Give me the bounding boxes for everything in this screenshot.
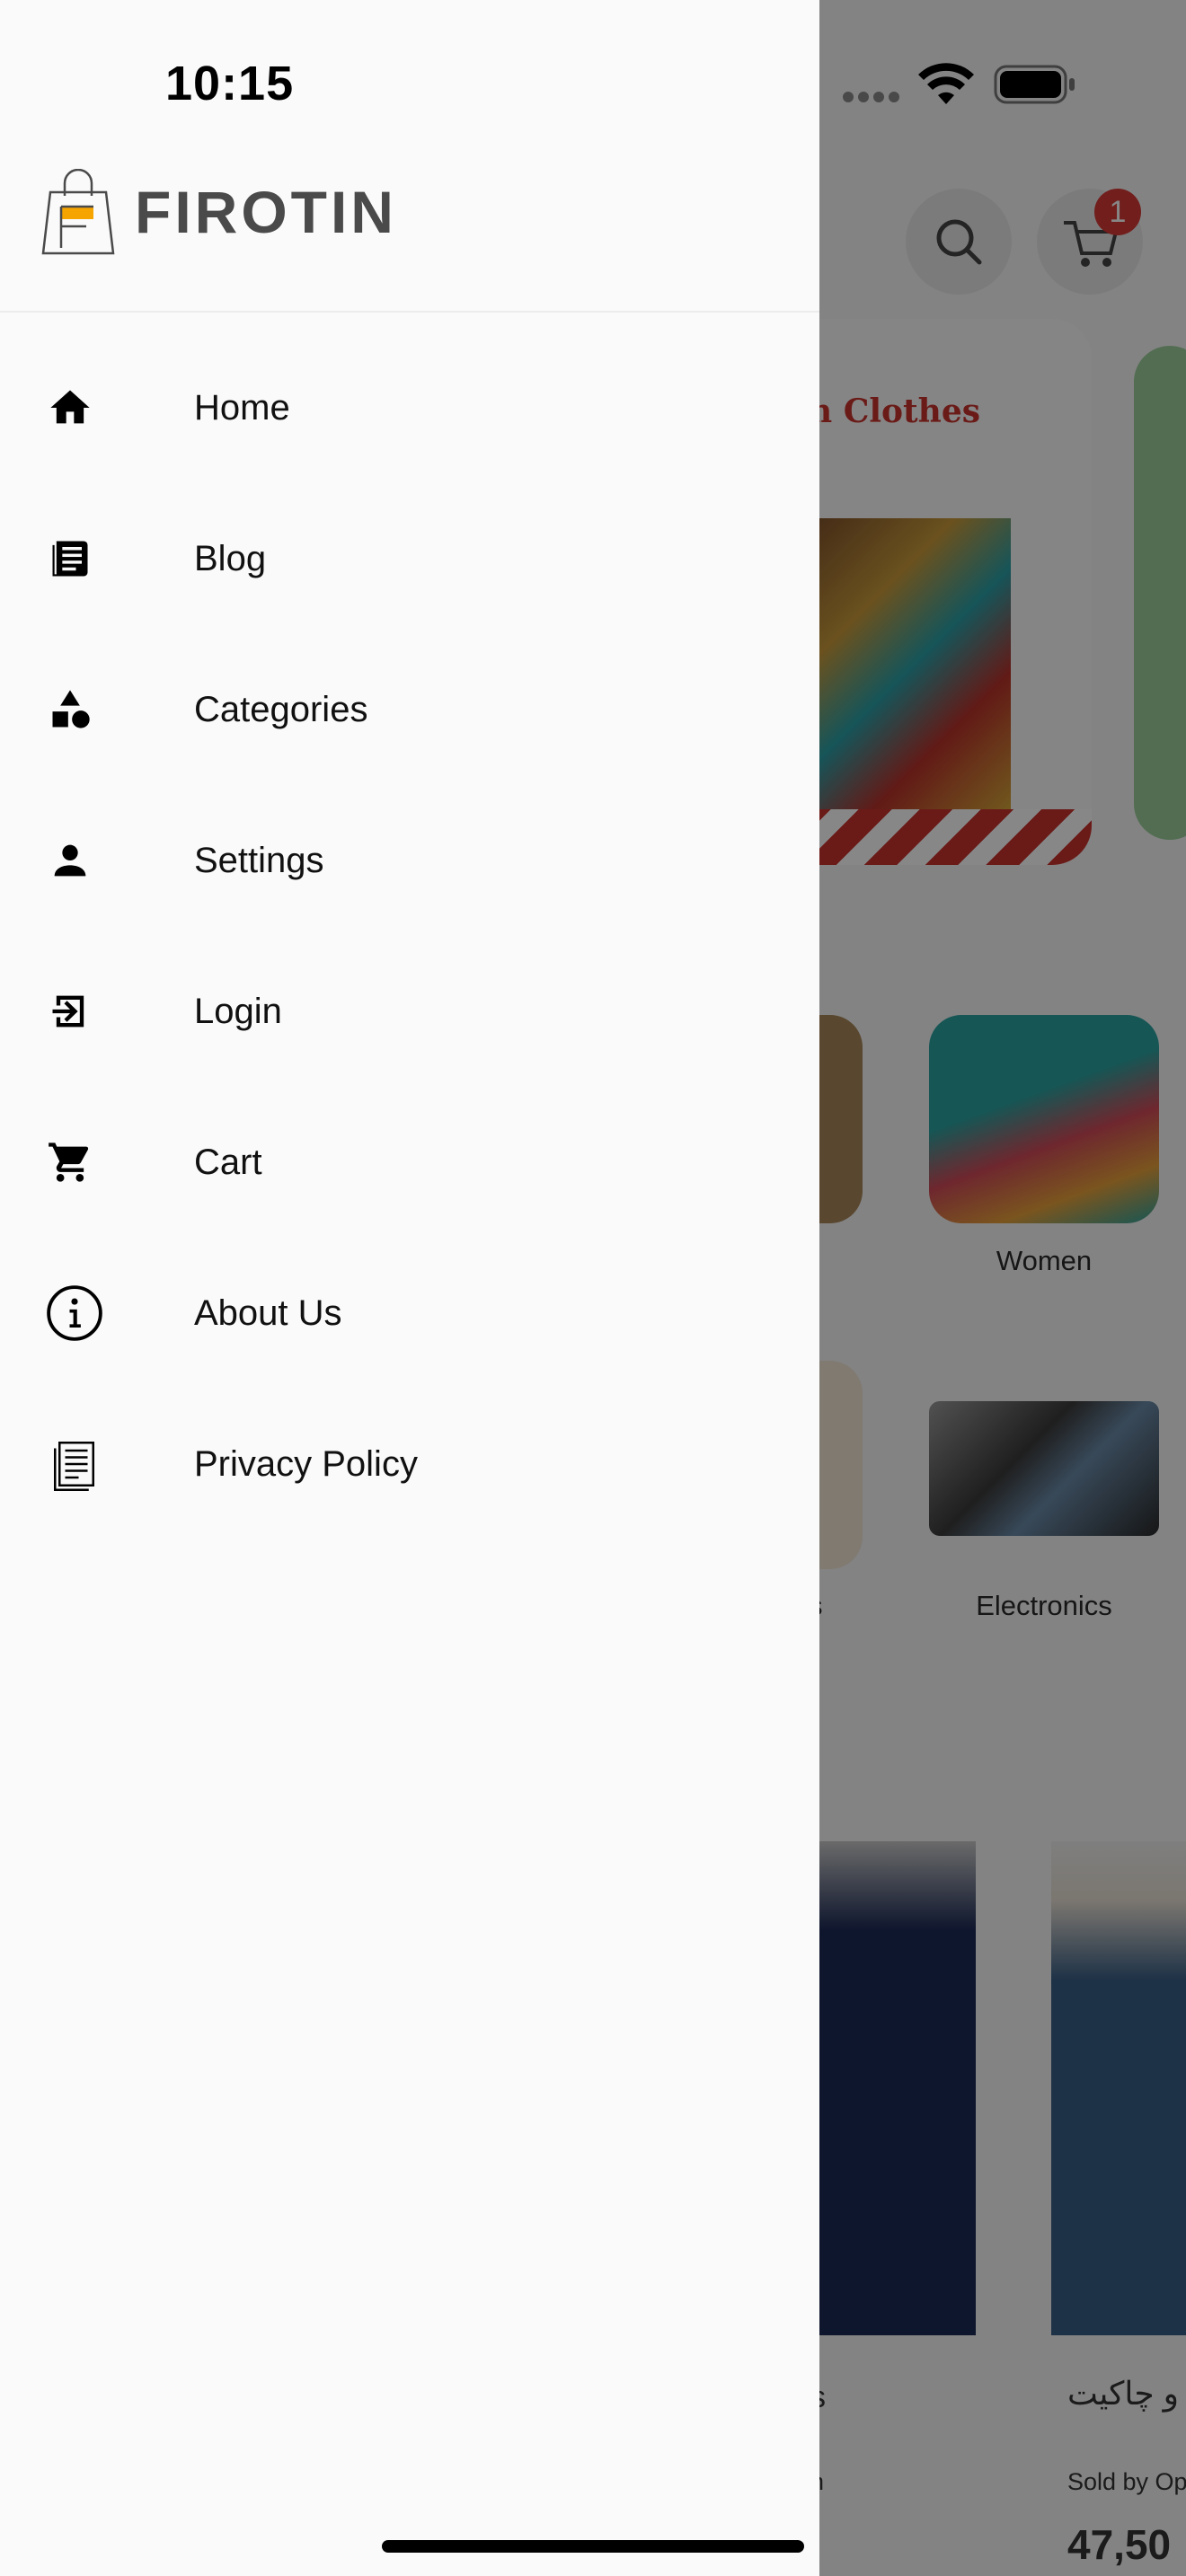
drawer-menu: Home Blog Categories Settings Login Cart…: [0, 332, 819, 1539]
info-icon: [43, 1282, 106, 1345]
divider: [0, 311, 819, 313]
brand-logo: FIROTIN: [41, 167, 397, 257]
brand-name: FIROTIN: [135, 179, 397, 245]
menu-label: Categories: [194, 689, 368, 729]
menu-item-about-us[interactable]: About Us: [0, 1238, 819, 1389]
person-icon: [45, 835, 95, 886]
menu-item-settings[interactable]: Settings: [0, 785, 819, 936]
menu-item-blog[interactable]: Blog: [0, 483, 819, 634]
blog-icon: [45, 534, 95, 584]
menu-label: Settings: [194, 840, 324, 880]
navigation-drawer: 10:15 FIROTIN Home Blog Categories Setti…: [0, 0, 819, 2576]
home-icon: [45, 383, 95, 433]
menu-label: Blog: [194, 538, 267, 578]
menu-label: Login: [194, 991, 282, 1031]
menu-label: Cart: [194, 1142, 262, 1182]
menu-item-cart[interactable]: Cart: [0, 1087, 819, 1238]
menu-label: Privacy Policy: [194, 1443, 418, 1484]
document-icon: [47, 1434, 106, 1494]
menu-item-login[interactable]: Login: [0, 936, 819, 1087]
menu-label: About Us: [194, 1292, 342, 1333]
menu-item-home[interactable]: Home: [0, 332, 819, 483]
shopping-bag-logo-icon: [41, 169, 115, 255]
home-indicator[interactable]: [382, 2540, 804, 2553]
categories-icon: [45, 684, 95, 735]
login-icon: [45, 986, 95, 1037]
menu-item-categories[interactable]: Categories: [0, 634, 819, 785]
menu-label: Home: [194, 387, 290, 428]
status-time: 10:15: [165, 57, 295, 110]
menu-item-privacy-policy[interactable]: Privacy Policy: [0, 1389, 819, 1539]
cart-icon: [45, 1137, 95, 1187]
